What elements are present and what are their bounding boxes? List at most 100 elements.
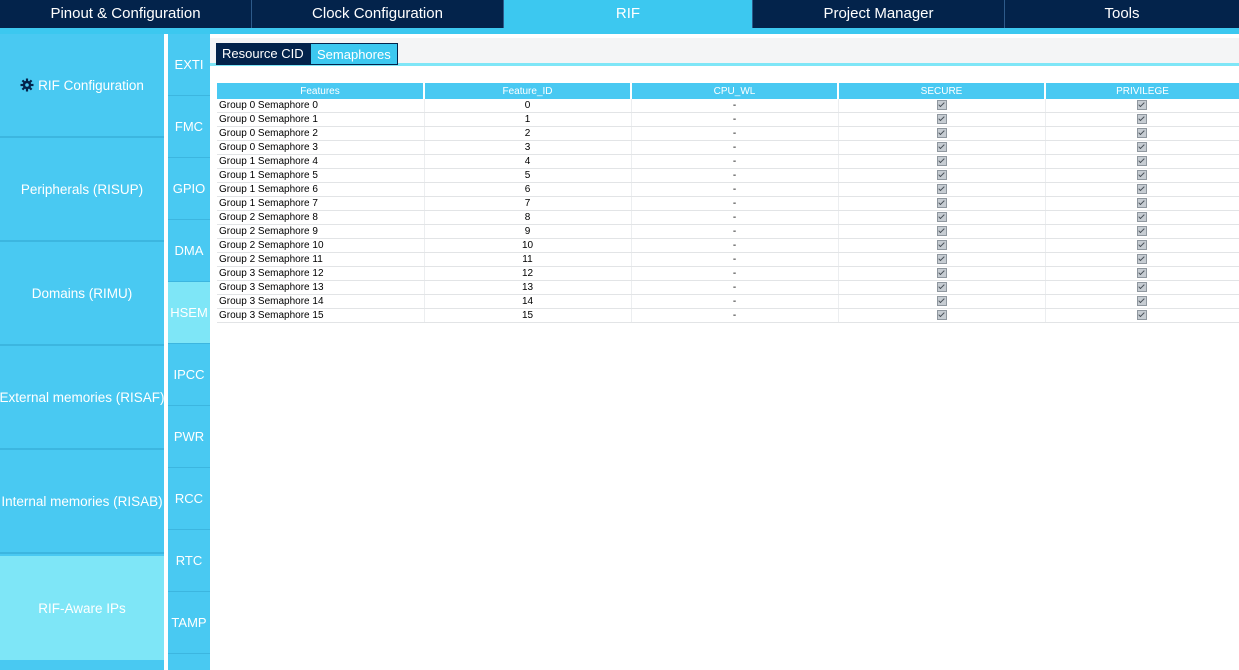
secure-checkbox[interactable]: [936, 156, 947, 167]
sidebar-item-peripherals[interactable]: Peripherals (RISUP): [0, 138, 164, 242]
cell-cpu-wl[interactable]: -: [631, 182, 839, 197]
ip-item-pwr[interactable]: PWR: [168, 406, 210, 468]
ip-item-fmc[interactable]: FMC: [168, 96, 210, 158]
secure-checkbox[interactable]: [936, 254, 947, 265]
column-header-privilege[interactable]: PRIVILEGE: [1045, 83, 1239, 99]
cell-cpu-wl[interactable]: -: [631, 294, 839, 309]
tab-project-manager[interactable]: Project Manager: [753, 0, 1005, 28]
subtab-resource-cid[interactable]: Resource CID: [216, 43, 310, 65]
privilege-checkbox[interactable]: [1137, 240, 1147, 251]
cell-cpu-wl[interactable]: -: [631, 112, 839, 127]
ip-item-tamp[interactable]: TAMP: [168, 592, 210, 654]
cell-cpu-wl[interactable]: -: [631, 266, 839, 281]
secure-checkbox[interactable]: [936, 282, 947, 293]
cell-feature-id: 13: [424, 280, 632, 295]
table-row[interactable]: Group 1 Semaphore 55-: [217, 168, 1239, 183]
ip-item-gpio[interactable]: GPIO: [168, 158, 210, 220]
subtab-bar: Resource CID Semaphores: [210, 38, 1239, 66]
privilege-checkbox[interactable]: [1137, 254, 1147, 265]
sidebar-item-external-memories[interactable]: External memories (RISAF): [0, 346, 165, 450]
cell-cpu-wl[interactable]: -: [631, 154, 839, 169]
gear-icon: [20, 78, 34, 92]
column-header-features[interactable]: Features: [217, 83, 425, 99]
cell-secure: [838, 196, 1046, 211]
table-row[interactable]: Group 0 Semaphore 33-: [217, 140, 1239, 155]
cell-cpu-wl[interactable]: -: [631, 168, 839, 183]
privilege-checkbox[interactable]: [1137, 184, 1147, 195]
privilege-checkbox[interactable]: [1137, 198, 1147, 209]
cell-cpu-wl[interactable]: -: [631, 280, 839, 295]
table-row[interactable]: Group 3 Semaphore 14 14-: [217, 294, 1239, 309]
secure-checkbox[interactable]: [936, 142, 947, 153]
privilege-checkbox[interactable]: [1137, 100, 1147, 111]
cell-cpu-wl[interactable]: -: [631, 140, 839, 155]
subtab-semaphores[interactable]: Semaphores: [310, 43, 398, 65]
cell-feature: Group 0 Semaphore 3: [217, 140, 425, 155]
tab-rif[interactable]: RIF: [504, 0, 753, 28]
table-row[interactable]: Group 3 Semaphore 15 15-: [217, 308, 1239, 323]
privilege-checkbox[interactable]: [1137, 296, 1147, 307]
secure-checkbox[interactable]: [936, 268, 947, 279]
privilege-checkbox[interactable]: [1137, 226, 1147, 237]
secure-checkbox[interactable]: [936, 212, 947, 223]
cell-cpu-wl[interactable]: -: [631, 99, 839, 113]
secure-checkbox[interactable]: [936, 198, 947, 209]
sidebar-item-internal-memories[interactable]: Internal memories (RISAB): [0, 450, 164, 554]
sidebar-item-rif-configuration[interactable]: RIF Configuration: [0, 34, 164, 138]
secure-checkbox[interactable]: [936, 100, 947, 111]
cell-privilege: [1045, 140, 1239, 155]
table-row[interactable]: Group 1 Semaphore 66-: [217, 182, 1239, 197]
privilege-checkbox[interactable]: [1137, 268, 1147, 279]
ip-item-rcc[interactable]: RCC: [168, 468, 210, 530]
table-row[interactable]: Group 2 Semaphore 99-: [217, 224, 1239, 239]
cell-cpu-wl[interactable]: -: [631, 224, 839, 239]
secure-checkbox[interactable]: [936, 296, 947, 307]
privilege-checkbox[interactable]: [1137, 170, 1147, 181]
table-row[interactable]: Group 2 Semaphore 10 10-: [217, 238, 1239, 253]
sidebar-item-rif-aware-ips[interactable]: RIF-Aware IPs: [0, 556, 164, 660]
table-row[interactable]: Group 0 Semaphore 11-: [217, 112, 1239, 127]
cell-cpu-wl[interactable]: -: [631, 252, 839, 267]
column-header-feature-id[interactable]: Feature_ID: [424, 83, 632, 99]
table-row[interactable]: Group 3 Semaphore 12 12-: [217, 266, 1239, 281]
privilege-checkbox[interactable]: [1137, 142, 1147, 153]
ip-item-hsem[interactable]: HSEM: [168, 282, 210, 344]
column-header-cpu-wl[interactable]: CPU_WL: [631, 83, 839, 99]
secure-checkbox[interactable]: [936, 170, 947, 181]
table-row[interactable]: Group 0 Semaphore 22-: [217, 126, 1239, 141]
privilege-checkbox[interactable]: [1137, 156, 1147, 167]
secure-checkbox[interactable]: [936, 184, 947, 195]
column-header-secure[interactable]: SECURE: [838, 83, 1046, 99]
cell-secure: [838, 182, 1046, 197]
cell-cpu-wl[interactable]: -: [631, 238, 839, 253]
secure-checkbox[interactable]: [936, 226, 947, 237]
privilege-checkbox[interactable]: [1137, 128, 1147, 139]
secure-checkbox[interactable]: [936, 128, 947, 139]
cell-feature-id: 7: [424, 196, 632, 211]
ip-item-dma[interactable]: DMA: [168, 220, 210, 282]
secure-checkbox[interactable]: [936, 114, 947, 125]
table-row[interactable]: Group 1 Semaphore 44-: [217, 154, 1239, 169]
cell-cpu-wl[interactable]: -: [631, 308, 839, 323]
table-row[interactable]: Group 3 Semaphore 13 13-: [217, 280, 1239, 295]
privilege-checkbox[interactable]: [1137, 310, 1147, 321]
sidebar-item-domains[interactable]: Domains (RIMU): [0, 242, 164, 346]
privilege-checkbox[interactable]: [1137, 212, 1147, 223]
tab-clock-configuration[interactable]: Clock Configuration: [252, 0, 504, 28]
table-row[interactable]: Group 1 Semaphore 77-: [217, 196, 1239, 211]
secure-checkbox[interactable]: [936, 240, 947, 251]
table-row[interactable]: Group 2 Semaphore 11 11-: [217, 252, 1239, 267]
privilege-checkbox[interactable]: [1137, 282, 1147, 293]
table-row[interactable]: Group 0 Semaphore 00-: [217, 99, 1239, 113]
ip-item-exti[interactable]: EXTI: [168, 34, 210, 96]
tab-pinout-configuration[interactable]: Pinout & Configuration: [0, 0, 252, 28]
cell-cpu-wl[interactable]: -: [631, 210, 839, 225]
tab-tools[interactable]: Tools: [1005, 0, 1239, 28]
cell-cpu-wl[interactable]: -: [631, 126, 839, 141]
privilege-checkbox[interactable]: [1137, 114, 1147, 125]
secure-checkbox[interactable]: [936, 310, 947, 321]
cell-cpu-wl[interactable]: -: [631, 196, 839, 211]
table-row[interactable]: Group 2 Semaphore 88-: [217, 210, 1239, 225]
ip-item-ipcc[interactable]: IPCC: [168, 344, 210, 406]
ip-item-rtc[interactable]: RTC: [168, 530, 210, 592]
